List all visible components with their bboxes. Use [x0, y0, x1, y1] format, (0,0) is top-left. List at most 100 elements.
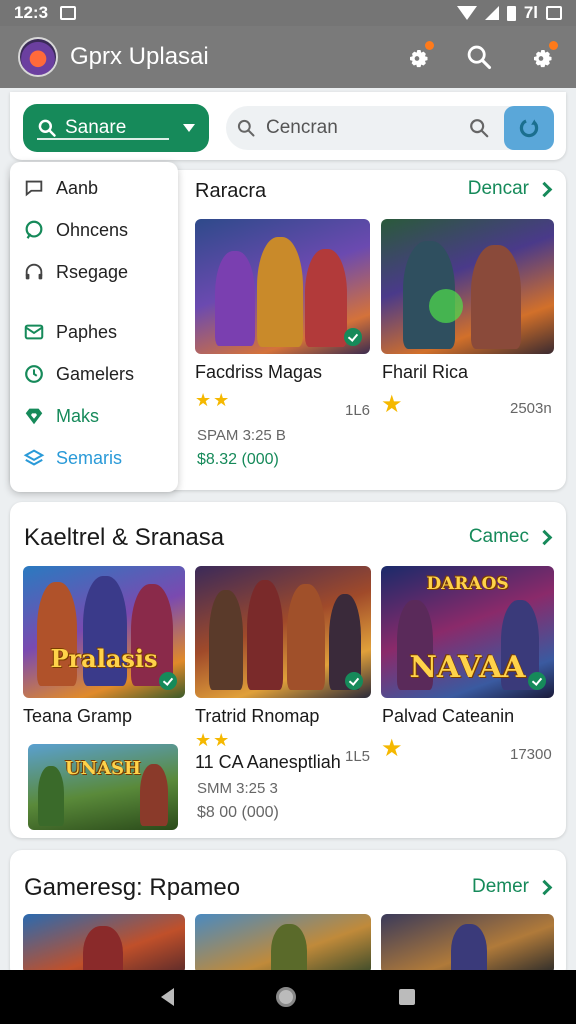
back-icon[interactable] — [161, 988, 175, 1006]
notification-dot — [549, 41, 558, 50]
game-price: $8 00 (000) — [197, 804, 279, 821]
verified-badge-icon — [159, 672, 177, 690]
see-all-label: Dencar — [467, 178, 529, 199]
mail-icon — [22, 320, 46, 344]
menu-item-paphes[interactable]: Paphes — [22, 320, 117, 344]
chevron-right-icon — [536, 181, 553, 197]
hero-figure — [287, 584, 325, 690]
game-thumbnail[interactable] — [195, 219, 370, 354]
game-thumbnail[interactable]: Pralasis — [23, 566, 185, 698]
notification-icon — [60, 6, 77, 20]
section-see-all-link[interactable]: Demer — [471, 876, 553, 898]
recents-icon[interactable] — [398, 989, 415, 1005]
search-icon[interactable] — [468, 117, 490, 139]
section-see-all-link[interactable]: Camec — [468, 526, 553, 548]
section-see-all-link[interactable]: Dencar — [467, 178, 553, 200]
refresh-icon — [519, 118, 539, 138]
game-meta: SPAM 3:25 B — [197, 427, 286, 444]
menu-item-gamelers[interactable]: Gamelers — [22, 362, 134, 386]
rating-stars: ★★ — [195, 730, 232, 750]
game-logo: UNASH — [64, 758, 142, 779]
notification-dot — [425, 41, 434, 50]
refresh-button[interactable] — [504, 106, 554, 150]
section-gameresg: Gameresg: Rpameo Demer — [10, 850, 566, 980]
avatar[interactable] — [18, 37, 58, 77]
search-button[interactable] — [462, 40, 496, 74]
status-time: 12:3 — [14, 3, 49, 22]
stack-icon — [22, 446, 46, 470]
app-bar: Gprx Uplasai — [0, 26, 576, 88]
menu-item-semaris[interactable]: Semaris — [22, 446, 122, 470]
hero-figure — [257, 237, 303, 347]
game-thumbnail[interactable] — [195, 914, 371, 974]
game-thumbnail[interactable]: DARAOS NAVAA — [381, 566, 554, 698]
magic-glow — [429, 289, 463, 323]
dropdown-underline — [37, 138, 169, 140]
dropdown-label: Sanare — [65, 117, 127, 138]
search-placeholder: Cencran — [266, 117, 338, 138]
hero-figure — [471, 245, 521, 349]
battery-icon — [506, 5, 516, 21]
status-bar: 12:3 7l — [0, 0, 576, 26]
menu-item-ohncens[interactable]: Ohncens — [22, 218, 128, 242]
verified-badge-icon — [528, 672, 546, 690]
menu-item-label: Paphes — [56, 321, 118, 342]
settings-notify-button[interactable] — [400, 40, 434, 74]
game-thumbnail[interactable] — [381, 219, 554, 354]
featured-title[interactable]: 11 CA Aanesptliah — [195, 752, 341, 773]
system-nav-bar — [0, 970, 576, 1024]
rating-count: 1L5 — [345, 748, 371, 765]
rating-count: 2503n — [510, 400, 552, 417]
game-thumbnail[interactable] — [23, 914, 185, 974]
search-icon — [237, 119, 255, 137]
game-thumbnail[interactable] — [195, 566, 371, 698]
hero-figure — [83, 926, 123, 974]
game-price: $8.32 (000) — [197, 451, 279, 468]
game-title[interactable]: Tratrid Rnomap — [195, 706, 319, 727]
category-dropdown[interactable]: Sanare — [23, 104, 209, 152]
rating-count: 17300 — [510, 746, 552, 763]
hero-figure — [271, 924, 307, 974]
rating-count: 1L6 — [345, 402, 371, 419]
menu-item-label: Rsegage — [56, 261, 129, 282]
rating-stars: ★ — [381, 391, 403, 418]
featured-thumbnail[interactable]: UNASH — [28, 744, 178, 830]
section-kaeltrel: Kaeltrel & Sranasa Camec Pralasis DARAOS… — [10, 502, 566, 838]
menu-item-aanb[interactable]: Aanb — [22, 176, 98, 200]
search-icon — [38, 119, 56, 137]
wifi-icon — [456, 6, 477, 20]
menu-item-label: Ohncens — [56, 219, 129, 240]
chat-bubble-icon — [22, 176, 46, 200]
home-icon[interactable] — [276, 987, 297, 1007]
game-title[interactable]: Facdriss Magas — [195, 362, 322, 383]
game-thumbnail[interactable] — [381, 914, 554, 974]
hero-figure — [451, 924, 487, 974]
section-title: Raracra — [195, 180, 267, 202]
chevron-right-icon — [536, 879, 553, 895]
search-row: Sanare Cencran — [10, 92, 566, 160]
see-all-label: Demer — [471, 876, 529, 897]
hero-figure — [247, 580, 283, 690]
hero-figure — [215, 251, 255, 346]
search-input[interactable]: Cencran — [226, 106, 554, 150]
status-app-icon — [546, 6, 562, 20]
verified-badge-icon — [345, 672, 363, 690]
heart-shield-icon — [22, 404, 46, 428]
signal-icon — [484, 6, 499, 20]
game-title[interactable]: Fharil Rica — [382, 362, 468, 383]
game-meta: SMM 3:25 3 — [197, 780, 278, 797]
game-title[interactable]: Teana Gramp — [23, 706, 132, 727]
see-all-label: Camec — [468, 526, 529, 547]
menu-item-label: Aanb — [56, 177, 99, 198]
game-title[interactable]: Palvad Cateanin — [382, 706, 514, 727]
settings-button[interactable] — [524, 40, 558, 74]
menu-item-label: Semaris — [56, 447, 123, 468]
menu-item-maks[interactable]: Maks — [22, 404, 99, 428]
speech-bubble-icon — [22, 218, 46, 242]
menu-item-label: Gamelers — [56, 363, 135, 384]
headset-icon — [22, 260, 46, 284]
rating-stars: ★ — [381, 735, 403, 762]
hero-figure — [305, 249, 347, 347]
menu-item-rsegage[interactable]: Rsegage — [22, 260, 128, 284]
chevron-right-icon — [536, 529, 553, 545]
